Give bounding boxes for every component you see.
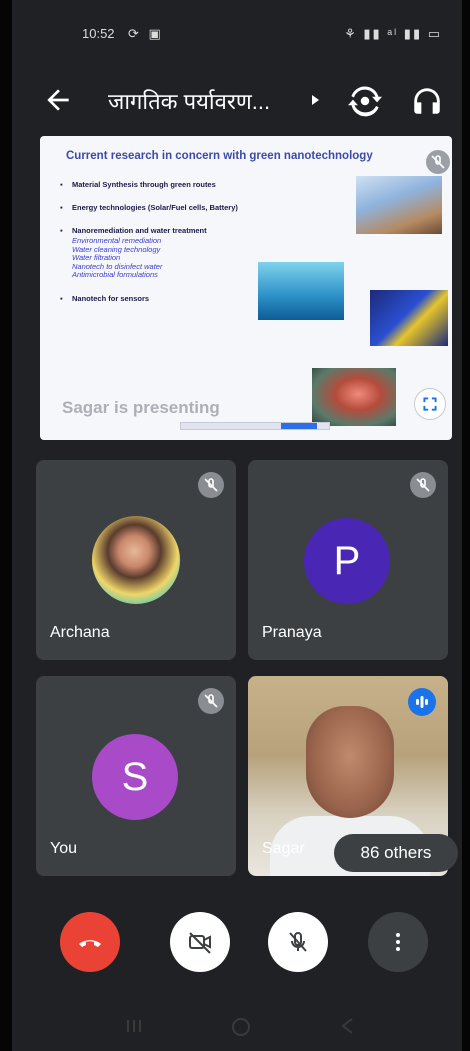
mic-toggle-button[interactable]: [268, 912, 328, 972]
system-nav-bar: [12, 1006, 462, 1046]
participant-name: Archana: [50, 624, 110, 641]
video-feed-face: [306, 706, 394, 818]
slide-image-nanosheet: [370, 290, 448, 346]
phone-screen: 10:52 ⟳ ▣ ⚘ ▮▮ ᵃˡ ▮▮ ▭ जागतिक पर्यावरण..…: [12, 0, 462, 1051]
more-vertical-icon: [396, 933, 400, 951]
headphones-icon[interactable]: [410, 84, 444, 118]
mic-off-icon: [426, 150, 450, 174]
slide-title: Current research in concern with green n…: [66, 150, 373, 162]
status-time: 10:52: [82, 26, 115, 41]
slide-bullet: Material Synthesis through green routes: [60, 180, 360, 189]
mic-off-icon: [198, 688, 224, 714]
participant-tile-you[interactable]: S You: [36, 676, 236, 876]
phone-hangup-icon: [79, 940, 101, 947]
participant-name: You: [50, 840, 77, 857]
meeting-title[interactable]: जागतिक पर्यावरण...: [108, 86, 270, 116]
slide-bullet: Energy technologies (Solar/Fuel cells, B…: [60, 203, 360, 212]
status-system-icons: ⚘ ▮▮ ᵃˡ ▮▮ ▭: [344, 26, 442, 41]
switch-camera-icon[interactable]: [348, 84, 382, 118]
participant-tile-archana[interactable]: Archana: [36, 460, 236, 660]
slide-image-solar: [356, 176, 442, 234]
more-options-button[interactable]: [368, 912, 428, 972]
end-call-button[interactable]: [60, 912, 120, 972]
avatar: [92, 516, 180, 604]
participant-name: Pranaya: [262, 624, 322, 641]
camera-off-icon: [189, 932, 211, 954]
participant-tile-pranaya[interactable]: P Pranaya: [248, 460, 448, 660]
fullscreen-button[interactable]: [414, 388, 446, 420]
camera-toggle-button[interactable]: [170, 912, 230, 972]
presentation-view[interactable]: Current research in concern with green n…: [40, 136, 452, 440]
slide-footer-bar: [180, 422, 330, 430]
status-notification-icons: ⟳ ▣: [128, 26, 164, 41]
slide-image-sensor: [312, 368, 396, 426]
slide-bullet: Nanoremediation and water treatment: [72, 226, 207, 235]
arrow-left-icon[interactable]: [42, 84, 74, 116]
recents-icon[interactable]: [124, 1016, 144, 1036]
others-chip[interactable]: 86 others: [334, 834, 458, 872]
mic-off-icon: [289, 931, 307, 952]
mic-off-icon: [198, 472, 224, 498]
speaking-indicator-icon: [408, 688, 436, 716]
top-bar: जागतिक पर्यावरण...: [12, 74, 462, 126]
chevron-right-icon[interactable]: [310, 92, 322, 108]
presenting-label: Sagar is presenting: [62, 398, 220, 417]
mic-off-icon: [410, 472, 436, 498]
back-icon[interactable]: [338, 1016, 358, 1036]
avatar: P: [304, 518, 390, 604]
status-bar: 10:52 ⟳ ▣ ⚘ ▮▮ ᵃˡ ▮▮ ▭: [12, 22, 462, 46]
home-icon[interactable]: [230, 1016, 252, 1038]
fullscreen-icon: [423, 397, 437, 411]
avatar: S: [92, 734, 178, 820]
participant-name: Sagar: [262, 840, 305, 857]
slide-image-water: [258, 262, 344, 320]
